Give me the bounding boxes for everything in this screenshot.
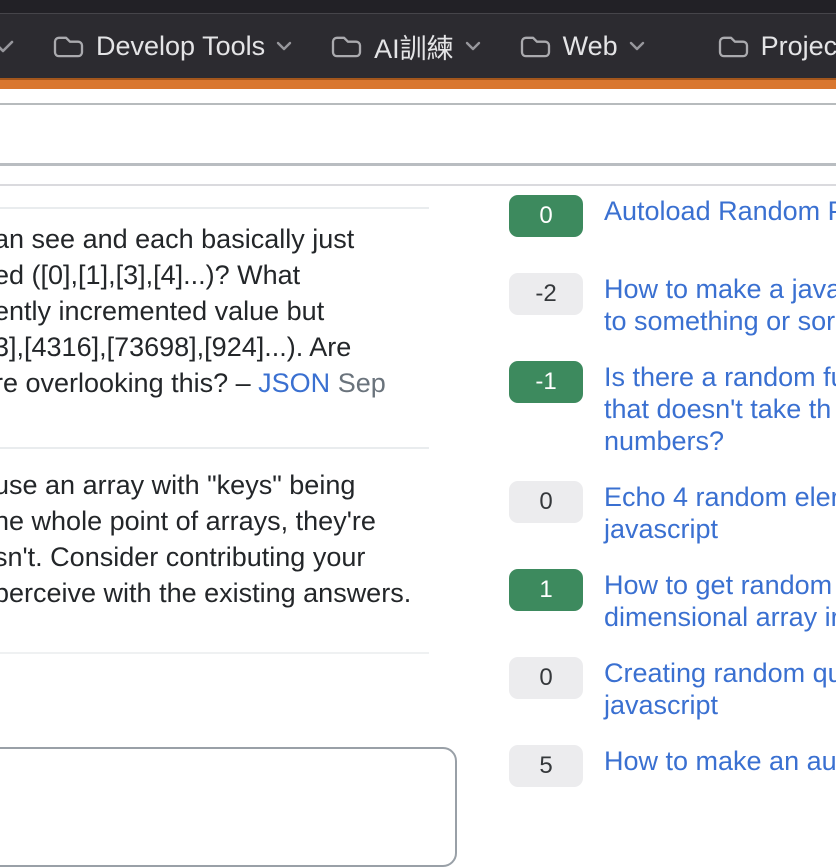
bookmark-folder-ai-training[interactable]: AI訓練: [330, 27, 481, 66]
link-line: dimensional array ir: [604, 601, 836, 633]
score-badge: 5: [509, 745, 583, 787]
comment-author-link[interactable]: JSON: [258, 368, 330, 398]
comment-text: use an array with "keys" being he whole …: [0, 467, 534, 611]
comment-line: ently incremented value but: [0, 293, 534, 329]
related-question-link[interactable]: How to make an au: [604, 745, 836, 777]
link-line: How to make an au: [604, 745, 836, 777]
link-line: to something or sor: [604, 305, 836, 337]
comment-line: sn't. Consider contributing your: [0, 539, 534, 575]
related-question-row: -2 How to make a java to something or so…: [509, 273, 836, 337]
link-line: javascript: [604, 513, 836, 545]
related-question-row: -1 Is there a random fu that doesn't tak…: [509, 361, 836, 457]
comment-line: 3],[4316],[73698],[924]...). Are: [0, 329, 534, 365]
score-badge: 1: [509, 569, 583, 611]
related-question-row: 5 How to make an au: [509, 745, 836, 787]
bookmark-folder-label: Web: [563, 31, 618, 62]
comment-text: an see and each basically just ed ([0],[…: [0, 221, 534, 401]
bookmark-folder-partial-left[interactable]: [0, 40, 14, 53]
comment-line-text: re overlooking this? –: [0, 368, 258, 398]
link-line: javascript: [604, 689, 836, 721]
comment-divider: [0, 447, 429, 449]
link-line: numbers?: [604, 425, 836, 457]
link-line: Creating random qu: [604, 657, 836, 689]
folder-icon: [717, 33, 750, 60]
add-comment-textarea[interactable]: [0, 747, 457, 867]
comment-timestamp: Sep: [338, 368, 386, 398]
comment-line: an see and each basically just: [0, 221, 534, 257]
folder-icon: [330, 33, 363, 60]
link-line: Echo 4 random eler: [604, 481, 836, 513]
comment-divider: [0, 652, 429, 654]
related-question-link[interactable]: How to get random dimensional array ir: [604, 569, 836, 633]
browser-window: { "browser": { "bookmarks_bar": { "items…: [0, 0, 836, 760]
link-line: Autoload Random P: [604, 195, 836, 227]
page-top-strip: [0, 166, 836, 186]
related-question-link[interactable]: Echo 4 random eler javascript: [604, 481, 836, 545]
comment-line: he whole point of arrays, they're: [0, 503, 534, 539]
link-line: How to make a java: [604, 273, 836, 305]
score-badge: 0: [509, 657, 583, 699]
bookmark-folder-web[interactable]: Web: [519, 31, 645, 62]
score-badge: -1: [509, 361, 583, 403]
bookmark-folder-label: Project: [761, 31, 836, 62]
link-line: Is there a random fu: [604, 361, 836, 393]
related-question-link[interactable]: Is there a random fu that doesn't take t…: [604, 361, 836, 457]
related-question-row: 0 Autoload Random P: [509, 195, 836, 237]
comment-line: ed ([0],[1],[3],[4]...)? What: [0, 257, 534, 293]
folder-icon: [52, 33, 85, 60]
related-question-link[interactable]: Creating random qu javascript: [604, 657, 836, 721]
comment-timestamp: [330, 368, 338, 398]
related-question-link[interactable]: How to make a java to something or sor: [604, 273, 836, 337]
bookmark-folder-label: AI訓練: [374, 27, 454, 66]
related-question-row: 1 How to get random dimensional array ir: [509, 569, 836, 633]
chrome-bottom-area: [0, 105, 836, 166]
toolbar-area: [0, 89, 836, 105]
related-questions-list: 0 Autoload Random P -2 How to make a jav…: [509, 195, 836, 811]
tab-strip: [0, 0, 836, 14]
bookmark-folder-label: Develop Tools: [96, 31, 265, 62]
score-badge: -2: [509, 273, 583, 315]
chevron-down-icon: [0, 40, 14, 53]
link-line: that doesn't take th: [604, 393, 836, 425]
chevron-down-icon: [465, 41, 481, 51]
folder-icon: [519, 33, 552, 60]
chevron-down-icon: [629, 41, 645, 51]
comment-line: perceive with the existing answers.: [0, 575, 534, 611]
comment-line: use an array with "keys" being: [0, 467, 534, 503]
link-line: How to get random: [604, 569, 836, 601]
related-question-row: 0 Creating random qu javascript: [509, 657, 836, 721]
comment-line: re overlooking this? – JSON Sep: [0, 365, 534, 401]
container-tab-accent-bar: [0, 78, 836, 89]
related-question-row: 0 Echo 4 random eler javascript: [509, 481, 836, 545]
bookmark-folder-develop-tools[interactable]: Develop Tools: [52, 31, 292, 62]
score-badge: 0: [509, 195, 583, 237]
comment-divider: [0, 207, 429, 209]
bookmark-folder-project[interactable]: Project: [717, 31, 836, 62]
chevron-down-icon: [276, 41, 292, 51]
bookmarks-toolbar: Develop Tools AI訓練 Web Project: [0, 14, 836, 78]
score-badge: 0: [509, 481, 583, 523]
related-question-link[interactable]: Autoload Random P: [604, 195, 836, 227]
